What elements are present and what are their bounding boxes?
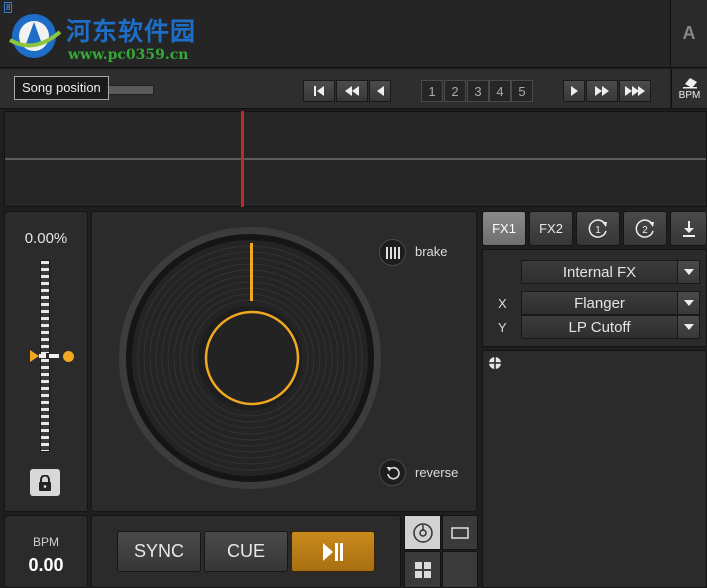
- page-4-button[interactable]: 4: [489, 80, 511, 102]
- watermark-logo: [4, 10, 64, 62]
- deck-letter: A: [682, 23, 696, 43]
- tab-fx2[interactable]: FX2: [529, 211, 573, 246]
- back-button[interactable]: [369, 80, 391, 102]
- fx-x-value: Flanger: [574, 294, 625, 312]
- waveform-center-line: [5, 158, 706, 160]
- eraser-icon: [682, 77, 697, 88]
- page-3-button[interactable]: 3: [467, 80, 489, 102]
- rewind-button[interactable]: [336, 80, 368, 102]
- fx-y-dropdown[interactable]: [677, 316, 699, 338]
- pitch-lock-button[interactable]: [30, 469, 60, 496]
- slot-1-icon: 1: [588, 218, 607, 238]
- pitch-value: 0.00%: [24, 230, 68, 247]
- rectangle-icon: [451, 526, 469, 539]
- chevron-down-icon: [683, 324, 694, 330]
- play-pause-icon: [323, 542, 343, 561]
- sync-button[interactable]: SYNC: [117, 531, 201, 572]
- fx-xy-pad[interactable]: [482, 350, 707, 588]
- fastest-forward-icon: [625, 86, 645, 96]
- watermark-brand: 河东软件园: [66, 17, 197, 46]
- chevron-down-icon: [683, 269, 694, 275]
- play-pause-button[interactable]: [291, 531, 375, 572]
- fx-rack-select[interactable]: Internal FX: [521, 260, 700, 284]
- lock-icon: [39, 474, 51, 491]
- forward-icon: [570, 86, 578, 96]
- bpm-edit-label: BPM: [678, 89, 701, 101]
- tab-fx1[interactable]: FX1: [482, 211, 526, 246]
- watermark-url: www.pc0359.cn: [68, 47, 189, 63]
- back-icon: [376, 86, 384, 96]
- fx-x-select[interactable]: Flanger: [521, 291, 700, 315]
- fx-rack-value: Internal FX: [562, 263, 637, 281]
- brake-button[interactable]: [379, 239, 406, 266]
- bpm-panel: [4, 515, 88, 588]
- bpm-edit-button[interactable]: BPM: [671, 69, 707, 109]
- chevron-down-icon: [683, 300, 694, 306]
- svg-text:2: 2: [642, 225, 648, 236]
- fx-y-select[interactable]: LP Cutoff: [521, 315, 700, 339]
- fx-download-button[interactable]: [670, 211, 707, 246]
- view-vinyl-button[interactable]: [404, 515, 441, 550]
- pitch-center-dot[interactable]: [63, 351, 74, 362]
- brake-label: brake: [415, 244, 448, 259]
- page-1-button[interactable]: 1: [421, 80, 443, 102]
- download-icon: [682, 220, 695, 237]
- slot-2-icon: 2: [635, 218, 654, 238]
- fast-forward-button[interactable]: [586, 80, 618, 102]
- vinyl-icon: [412, 522, 433, 543]
- view-empty-button[interactable]: [442, 551, 478, 588]
- deck-letter-panel: A: [670, 0, 707, 68]
- reverse-button[interactable]: [379, 459, 406, 486]
- reverse-icon: [386, 466, 400, 480]
- view-grid-button[interactable]: [404, 551, 441, 588]
- bpm-label: BPM: [32, 535, 59, 549]
- fx-slot-2-button[interactable]: 2: [623, 211, 667, 246]
- playhead-marker: [241, 111, 244, 207]
- fast-forward-icon: [595, 86, 609, 96]
- rewind-icon: [345, 86, 359, 96]
- fx-y-label: Y: [498, 320, 507, 335]
- forward-button[interactable]: [563, 80, 585, 102]
- page-5-button[interactable]: 5: [511, 80, 533, 102]
- fx-x-dropdown[interactable]: [677, 292, 699, 314]
- page-2-button[interactable]: 2: [444, 80, 466, 102]
- watermark-corner: 8: [4, 2, 13, 13]
- bpm-value: 0.00: [28, 555, 64, 575]
- view-waveform-button[interactable]: [442, 515, 478, 550]
- skip-start-icon: [314, 86, 324, 96]
- fx-rack-dropdown[interactable]: [677, 261, 699, 283]
- skip-start-button[interactable]: [303, 80, 335, 102]
- cue-button[interactable]: CUE: [204, 531, 288, 572]
- crosshair-icon: [488, 356, 502, 370]
- grid-icon: [414, 561, 431, 578]
- fx-slot-1-button[interactable]: 1: [576, 211, 620, 246]
- reverse-label: reverse: [415, 465, 459, 480]
- fx-x-label: X: [498, 296, 507, 311]
- brake-icon: [385, 246, 400, 259]
- song-position-tooltip: Song position: [14, 76, 109, 100]
- pitch-slider-thumb[interactable]: [28, 349, 62, 363]
- fastest-forward-button[interactable]: [619, 80, 651, 102]
- jog-wheel[interactable]: [118, 226, 382, 490]
- svg-text:1: 1: [595, 225, 601, 236]
- fx-y-value: LP Cutoff: [568, 318, 631, 336]
